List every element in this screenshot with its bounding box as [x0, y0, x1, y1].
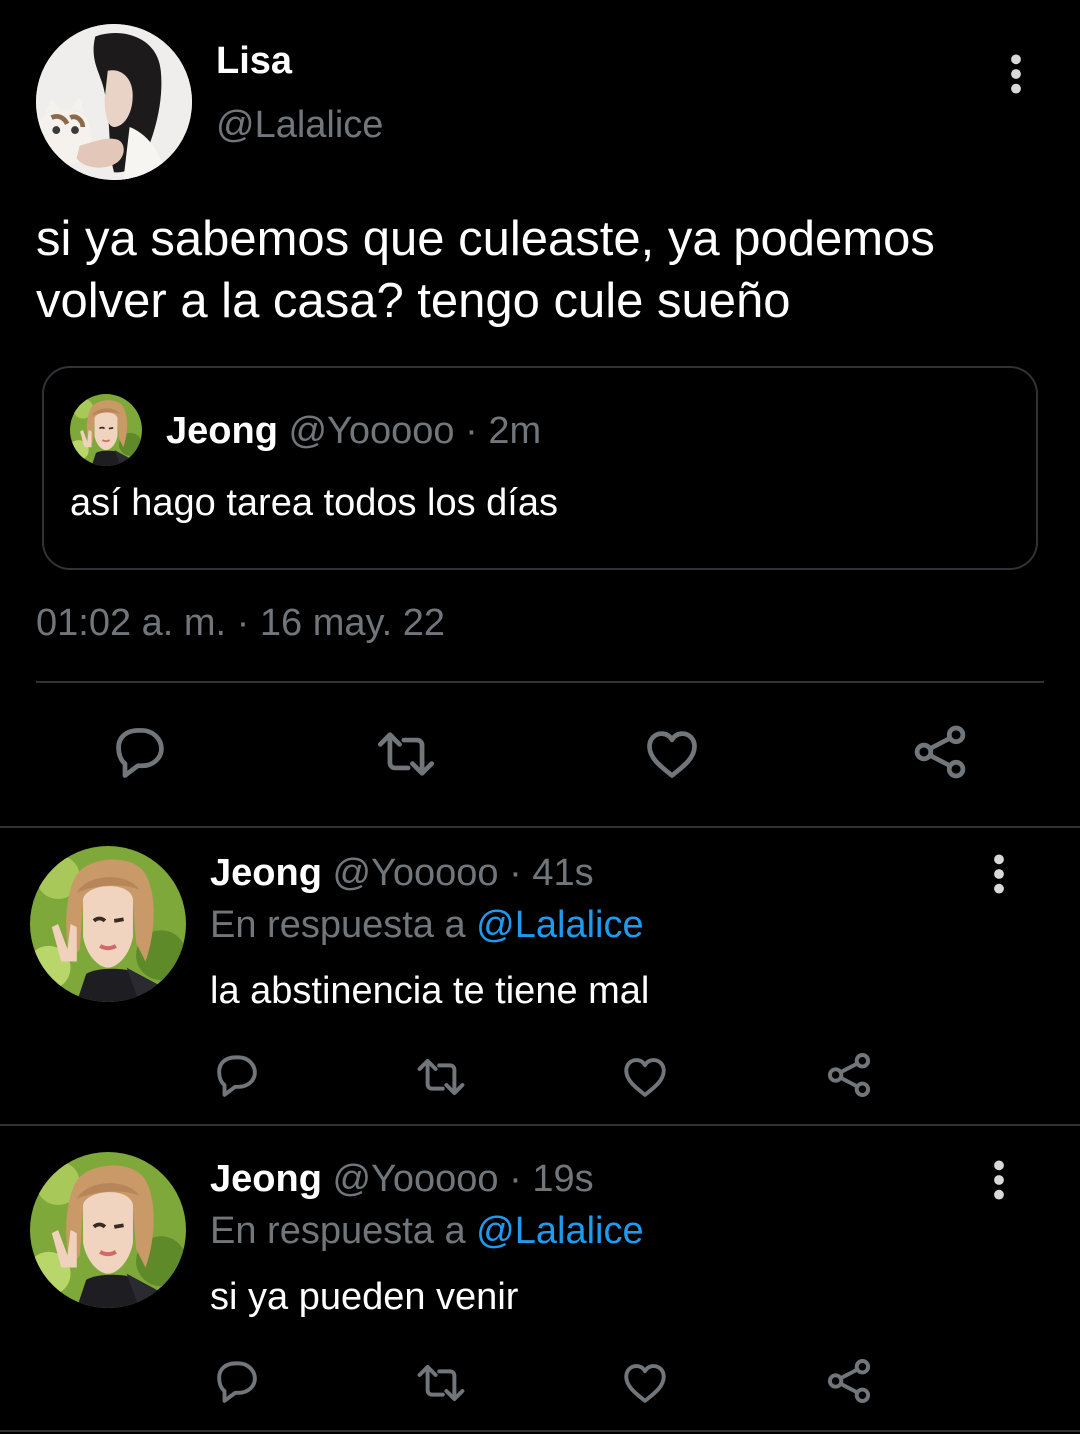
more-options-icon[interactable]	[984, 1158, 1014, 1202]
like-icon[interactable]	[620, 1052, 670, 1107]
quoted-tweet[interactable]: Jeong @Yooooo · 2m así hago tarea todos …	[42, 366, 1038, 570]
quoted-header: Jeong @Yooooo · 2m	[166, 410, 541, 453]
reply-author-name[interactable]: Jeong	[210, 852, 322, 894]
reply-time: 41s	[532, 852, 594, 894]
divider	[0, 1124, 1080, 1126]
retweet-icon[interactable]	[414, 1358, 468, 1413]
more-options-icon[interactable]	[1000, 52, 1032, 96]
reply-text: si ya pueden venir	[210, 1276, 519, 1318]
reply-context-prefix: En respuesta a	[210, 1210, 466, 1252]
mention-link[interactable]: @Lalalice	[476, 904, 643, 946]
reply-context-prefix: En respuesta a	[210, 904, 466, 946]
quoted-avatar	[70, 394, 142, 466]
divider	[0, 1430, 1080, 1432]
quoted-text: así hago tarea todos los días	[70, 482, 558, 524]
tweet-text: si ya sabemos que culeaste, ya podemos v…	[36, 208, 1046, 332]
reply-icon[interactable]	[212, 1052, 262, 1107]
reply-context: En respuesta a @Lalalice	[210, 904, 644, 947]
divider	[36, 681, 1044, 683]
quoted-author-handle: @Yooooo	[288, 410, 455, 452]
author-handle[interactable]: @Lalalice	[216, 104, 383, 147]
reply-time: 19s	[532, 1158, 594, 1200]
more-options-icon[interactable]	[984, 852, 1014, 896]
reply-author-name[interactable]: Jeong	[210, 1158, 322, 1200]
reply-author-handle[interactable]: @Yooooo	[332, 1158, 498, 1200]
separator: ·	[465, 410, 478, 452]
like-icon[interactable]	[620, 1358, 670, 1413]
reply-context: En respuesta a @Lalalice	[210, 1210, 644, 1253]
separator: ·	[509, 852, 522, 894]
reply-text: la abstinencia te tiene mal	[210, 970, 650, 1012]
retweet-icon[interactable]	[414, 1052, 468, 1107]
share-icon[interactable]	[910, 722, 970, 787]
share-icon[interactable]	[824, 1050, 874, 1105]
reply-icon[interactable]	[212, 1358, 262, 1413]
author-name[interactable]: Lisa	[216, 40, 292, 83]
tweet-text-line: si ya sabemos que culeaste, ya podemos	[36, 212, 935, 266]
avatar[interactable]	[36, 24, 192, 180]
reply-avatar[interactable]	[30, 1152, 186, 1308]
reply-avatar[interactable]	[30, 846, 186, 1002]
reply-author-handle[interactable]: @Yooooo	[332, 852, 498, 894]
reply-header: Jeong @Yooooo · 41s	[210, 852, 594, 895]
like-icon[interactable]	[642, 724, 702, 789]
reply-header: Jeong @Yooooo · 19s	[210, 1158, 594, 1201]
share-icon[interactable]	[824, 1356, 874, 1411]
tweet-text-line: volver a la casa? tengo cule sueño	[36, 274, 791, 328]
avatar-image	[36, 24, 192, 180]
divider	[0, 826, 1080, 828]
reply-icon[interactable]	[110, 724, 170, 789]
tweet-timestamp: 01:02 a. m. · 16 may. 22	[36, 602, 446, 644]
retweet-icon[interactable]	[374, 724, 438, 789]
separator: ·	[509, 1158, 522, 1200]
quoted-time: 2m	[488, 410, 542, 452]
mention-link[interactable]: @Lalalice	[476, 1210, 643, 1252]
quoted-author-name: Jeong	[166, 410, 278, 452]
